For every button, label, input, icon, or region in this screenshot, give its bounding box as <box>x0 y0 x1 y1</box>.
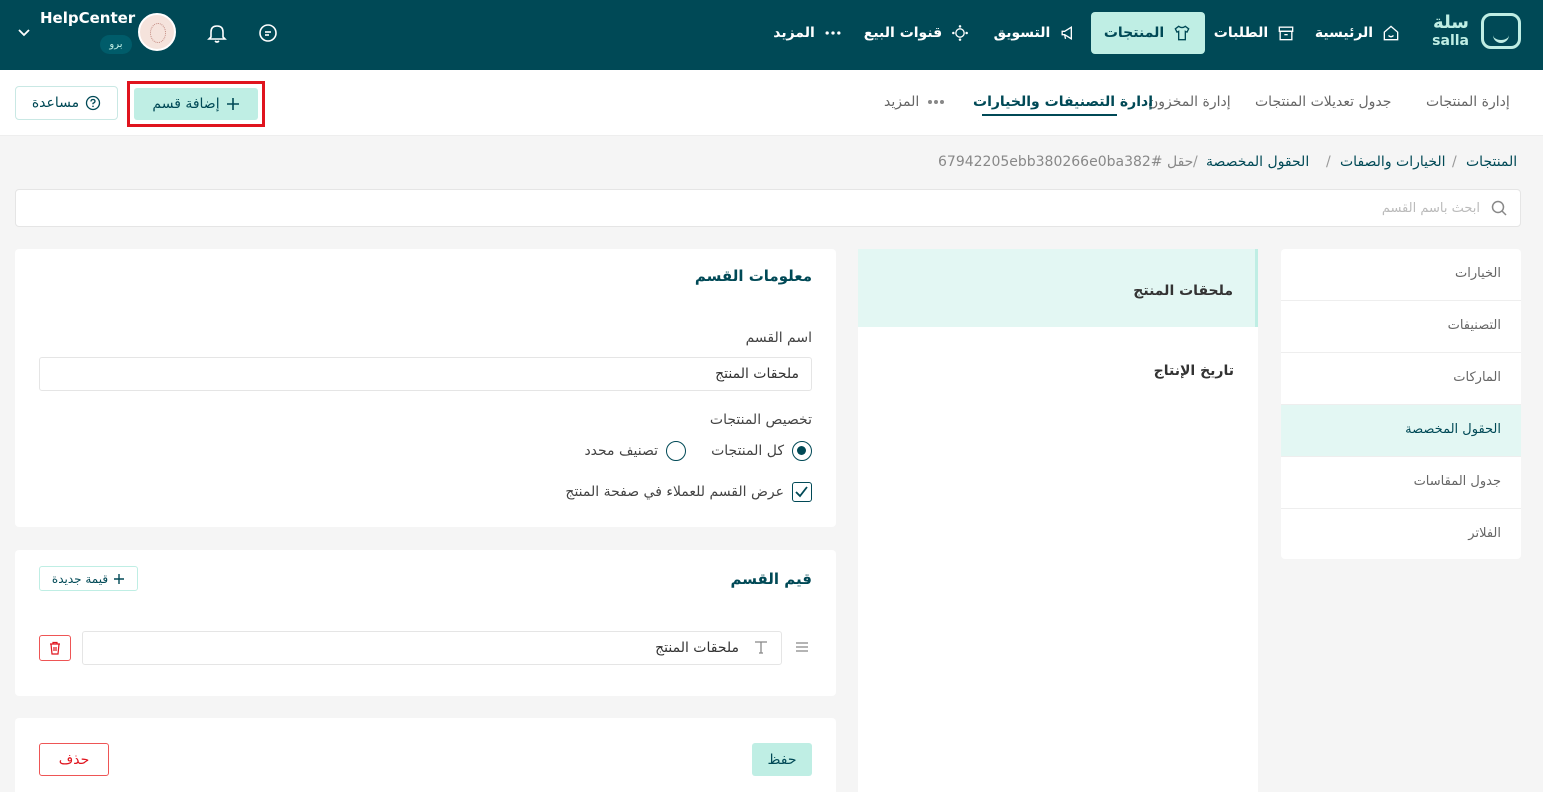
section-list-item-label: ملحقات المنتج <box>1133 283 1233 299</box>
tab-product-edits-table[interactable]: جدول تعديلات المنتجات <box>1255 94 1391 110</box>
nav-item-home[interactable]: الرئيسية <box>1310 12 1406 54</box>
add-section-button[interactable]: إضافة قسم <box>134 88 258 120</box>
search-placeholder: ابحث باسم القسم <box>1381 201 1480 216</box>
nav-item-orders[interactable]: الطلبات <box>1210 12 1300 54</box>
sections-list <box>858 249 1258 792</box>
section-list-item-active[interactable]: ملحقات المنتج <box>858 249 1258 327</box>
more-dots-icon <box>928 100 945 104</box>
home-icon <box>1383 25 1399 41</box>
plan-badge: برو <box>100 35 132 54</box>
category-item-size-charts[interactable]: جدول المقاسات <box>1281 457 1521 509</box>
nav-item-label: المنتجات <box>1103 25 1165 41</box>
tab-product-management[interactable]: إدارة المنتجات <box>1426 94 1510 110</box>
radio-specific-category[interactable] <box>666 441 686 461</box>
save-button[interactable]: حفظ <box>752 743 812 776</box>
category-item-filters[interactable]: الفلاتر <box>1281 509 1521 561</box>
section-values-title: قيم القسم <box>730 570 812 588</box>
megaphone-icon <box>1061 25 1073 41</box>
show-to-customers-label: عرض القسم للعملاء في صفحة المنتج <box>565 484 784 500</box>
category-item-custom-fields[interactable]: الحقول المخصصة <box>1281 405 1521 457</box>
help-button[interactable]: مساعدة <box>15 86 118 120</box>
breadcrumb-products[interactable]: المنتجات <box>1466 154 1517 170</box>
section-name-label: اسم القسم <box>745 330 812 346</box>
chevron-down-icon[interactable] <box>16 24 32 40</box>
section-search-field[interactable]: ابحث باسم القسم <box>15 189 1521 227</box>
assign-products-label: تخصيص المنتجات <box>709 412 812 428</box>
text-type-icon <box>755 641 767 654</box>
radio-specific-category-label: تصنيف محدد <box>584 443 658 459</box>
bell-icon[interactable] <box>205 21 229 45</box>
add-section-highlight: إضافة قسم <box>127 81 265 127</box>
salla-logo-icon <box>1481 13 1521 49</box>
user-avatar[interactable] <box>138 13 176 51</box>
breadcrumb-custom-fields[interactable]: الحقول المخصصة <box>1206 154 1309 170</box>
archive-icon <box>1278 26 1294 41</box>
search-icon <box>1491 200 1507 216</box>
drag-handle-icon[interactable] <box>795 640 809 654</box>
tshirt-icon <box>1174 25 1190 41</box>
plus-icon <box>226 98 239 110</box>
trash-icon <box>50 641 60 655</box>
tab-more-label: المزيد <box>884 94 920 110</box>
breadcrumb-separator: / <box>1452 154 1457 170</box>
tab-inventory[interactable]: إدارة المخزون <box>1148 94 1231 110</box>
category-item-options[interactable]: الخيارات <box>1281 249 1521 301</box>
help-circle-icon <box>85 95 101 111</box>
active-tab-indicator <box>982 114 1117 116</box>
nav-item-label: المزيد <box>773 25 815 41</box>
category-item-classifications[interactable]: التصنيفات <box>1281 301 1521 353</box>
options-category-list: الخيارات التصنيفات الماركات الحقول المخص… <box>1281 249 1521 559</box>
breadcrumb-current-field: حقل #67942205ebb380266e0ba382 <box>938 154 1194 170</box>
section-name-input[interactable]: ملحقات المنتج <box>39 357 812 391</box>
nav-item-marketing[interactable]: التسويق <box>988 12 1084 54</box>
checkmark-icon <box>795 486 808 498</box>
nav-item-label: قنوات البيع <box>863 25 943 41</box>
radio-all-products-label: كل المنتجات <box>711 443 784 459</box>
logo-latin-text: salla <box>1432 33 1469 49</box>
breadcrumb-separator: / <box>1193 154 1198 170</box>
more-dots-icon <box>825 31 841 35</box>
nav-item-label: الطلبات <box>1213 25 1269 41</box>
nav-item-sales-channels[interactable]: قنوات البيع <box>862 12 972 54</box>
actions-card <box>15 718 836 792</box>
section-list-item[interactable]: تاريخ الإنتاج <box>1154 363 1234 379</box>
nav-item-products[interactable]: المنتجات <box>1091 12 1205 54</box>
section-info-title: معلومات القسم <box>694 267 812 285</box>
new-value-button[interactable]: قيمة جديدة <box>39 566 138 591</box>
radio-all-products[interactable] <box>792 441 812 461</box>
channels-icon <box>952 25 969 41</box>
breadcrumb-options-attributes[interactable]: الخيارات والصفات <box>1340 154 1446 170</box>
nav-item-more[interactable]: المزيد <box>766 12 850 54</box>
show-to-customers-checkbox[interactable] <box>792 482 812 502</box>
top-navigation-bar: سلة salla الرئيسية الطلبات المنتجات التس… <box>0 0 1543 70</box>
user-name: HelpCenter <box>40 9 136 27</box>
section-values-card <box>15 550 836 696</box>
plus-icon <box>114 573 125 584</box>
nav-item-label: الرئيسية <box>1314 25 1374 41</box>
nav-item-label: التسويق <box>993 25 1051 41</box>
section-value-input[interactable]: ملحقات المنتج <box>82 631 782 665</box>
new-value-label: قيمة جديدة <box>51 571 109 586</box>
delete-button[interactable]: حذف <box>39 743 109 776</box>
breadcrumb-separator: / <box>1326 154 1331 170</box>
tab-categories-options[interactable]: إدارة التصنيفات والخيارات <box>973 94 1153 110</box>
salla-logo[interactable]: سلة salla <box>1421 12 1521 52</box>
add-section-label: إضافة قسم <box>152 96 220 112</box>
help-label: مساعدة <box>31 95 80 111</box>
delete-value-button[interactable] <box>39 635 71 661</box>
chat-icon[interactable] <box>256 21 280 45</box>
logo-arabic-text: سلة <box>1433 12 1469 33</box>
tab-more[interactable]: المزيد <box>884 94 945 110</box>
category-item-brands[interactable]: الماركات <box>1281 353 1521 405</box>
